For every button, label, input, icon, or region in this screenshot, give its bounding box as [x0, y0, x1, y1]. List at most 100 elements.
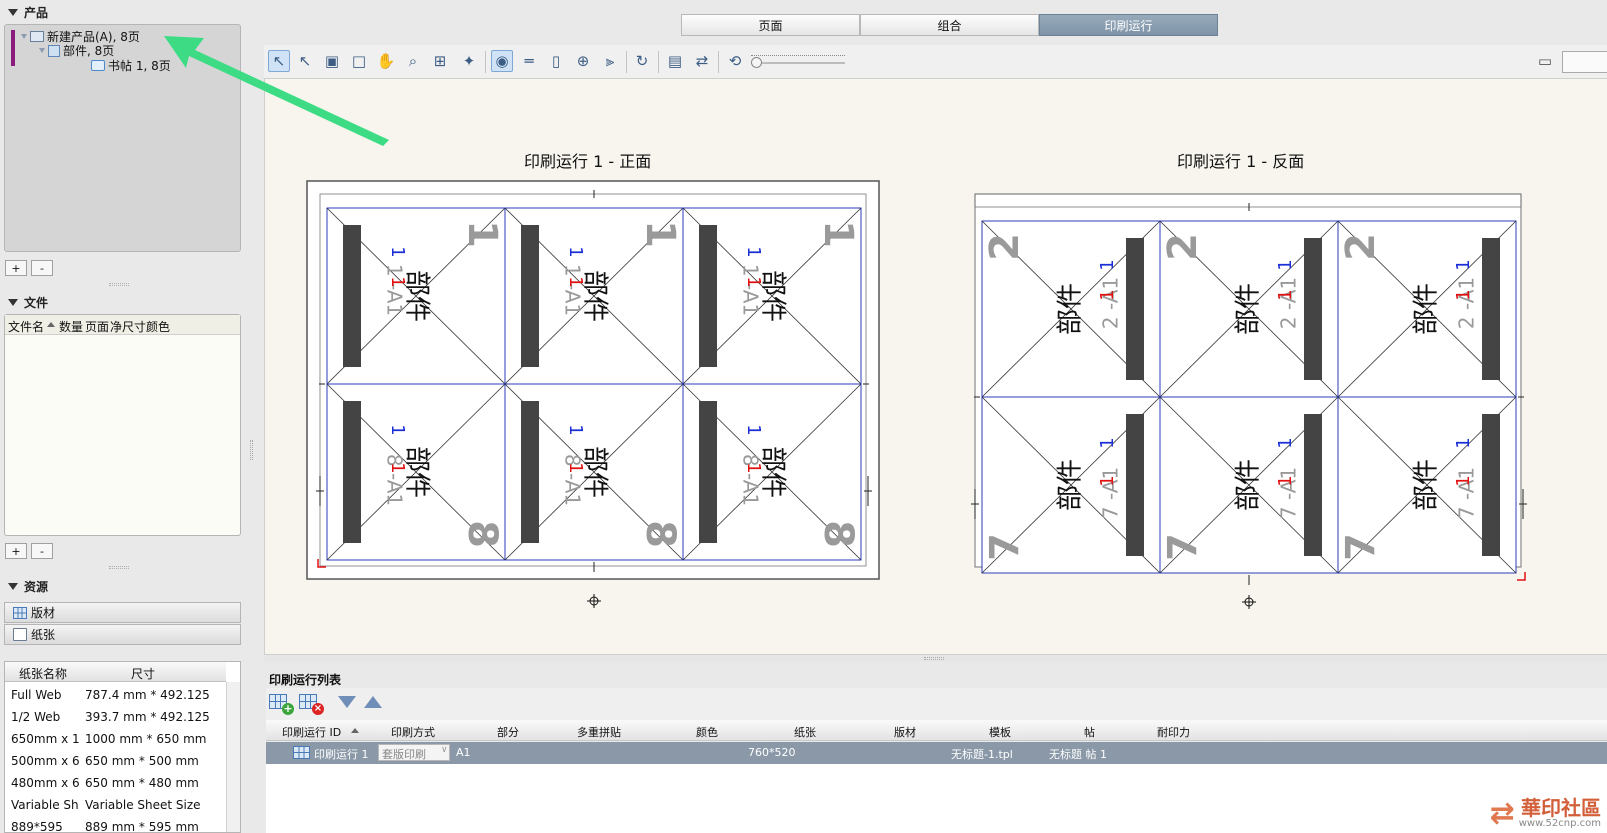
page-cell: 部件 2 -A1 2 1 1	[981, 220, 1161, 398]
page-blue-mark: 1	[743, 424, 764, 435]
pointer-icon[interactable]: ↖	[268, 50, 290, 72]
resources-section-header[interactable]: 资源	[8, 578, 48, 595]
page-red-mark: 1	[387, 462, 408, 473]
refresh-icon[interactable]: ⟲	[724, 50, 746, 72]
table-row[interactable]: 500mm x 6 650 mm * 500 mm	[5, 750, 226, 772]
page-icon[interactable]: ▯	[545, 50, 567, 72]
sheet-icon[interactable]: □	[348, 50, 370, 72]
zoom-slider[interactable]	[751, 51, 845, 73]
splitter-handle[interactable]	[109, 283, 129, 286]
page-select-icon[interactable]: ▣	[321, 50, 343, 72]
rotate-icon[interactable]: ↻	[631, 50, 653, 72]
part-value: A1	[456, 746, 471, 759]
column-multi-tile[interactable]: 多重拼贴	[577, 724, 621, 740]
column-size[interactable]: 尺寸	[131, 665, 155, 682]
splitter-handle[interactable]	[109, 566, 129, 569]
horizontal-splitter[interactable]	[264, 654, 1607, 662]
page-number-large: 1	[815, 220, 861, 248]
remove-file-button[interactable]: -	[31, 543, 53, 559]
resource-paper[interactable]: 纸张	[4, 624, 241, 645]
print-run-list-body[interactable]	[266, 764, 1607, 833]
files-section-header[interactable]: 文件	[8, 294, 48, 311]
vertical-scrollbar[interactable]	[226, 682, 240, 832]
remove-product-button[interactable]: -	[31, 260, 53, 276]
column-pages[interactable]: 页面	[85, 318, 109, 335]
delete-print-run-button[interactable]: ×	[299, 692, 325, 716]
watermark-logo-icon: ⇄	[1489, 796, 1515, 831]
binding-spine	[343, 401, 361, 543]
table-row[interactable]: 1/2 Web 393.7 mm * 492.125	[5, 706, 226, 728]
sort-asc-icon	[351, 728, 359, 733]
resource-plates[interactable]: 版材	[4, 602, 241, 623]
resource-label: 版材	[31, 606, 56, 620]
page-red-mark: 1	[565, 276, 586, 287]
page-blue-mark: 1	[1275, 437, 1296, 448]
column-filename[interactable]: 文件名	[8, 318, 44, 335]
column-color[interactable]: 颜色	[146, 318, 170, 335]
paper-table[interactable]: 纸张名称 尺寸 Full Web 787.4 mm * 492.125 1/2 W…	[4, 661, 241, 833]
main-splitter[interactable]	[245, 0, 259, 833]
column-template[interactable]: 模板	[989, 724, 1011, 740]
tab-combination[interactable]: 组合	[860, 14, 1039, 36]
split-icon[interactable]: ⫸	[599, 50, 621, 72]
imposition-canvas[interactable]: 印刷运行 1 - 正面 印刷运行 1 - 反面 部件 1 -A1 1 1 1 部件 1 -A…	[264, 79, 1607, 654]
print-run-list-title: 印刷运行列表	[269, 673, 342, 687]
add-file-button[interactable]: +	[5, 543, 27, 559]
preview-icon[interactable]: ◉	[491, 50, 513, 72]
column-print-method[interactable]: 印刷方式	[391, 724, 435, 740]
column-print-run-id[interactable]: 印刷运行 ID	[282, 724, 341, 740]
table-row[interactable]: Variable Sh Variable Sheet Size	[5, 794, 226, 816]
tab-print-run[interactable]: 印刷运行	[1039, 14, 1218, 36]
column-signature[interactable]: 帖	[1084, 724, 1095, 740]
column-trim-size[interactable]: 净尺寸	[110, 318, 146, 335]
swap-icon[interactable]: ⇄	[691, 50, 713, 72]
print-method-select[interactable]: 套版印刷 ∨	[378, 744, 450, 761]
move-up-icon[interactable]	[364, 696, 382, 708]
wand-icon[interactable]: ✦	[458, 50, 480, 72]
column-plate[interactable]: 版材	[894, 724, 916, 740]
column-colors[interactable]: 颜色	[696, 724, 718, 740]
layout-icon[interactable]: ⊞	[429, 50, 451, 72]
zoom-icon[interactable]: ⌕	[402, 50, 424, 72]
expand-icon[interactable]	[39, 48, 45, 53]
slider-thumb[interactable]	[751, 57, 762, 68]
splitter-grip	[250, 440, 253, 460]
panel-toggle[interactable]	[1562, 51, 1607, 73]
move-down-icon[interactable]	[338, 696, 356, 708]
paper-name: Variable Sh	[11, 798, 79, 812]
align-icon[interactable]: ▤	[664, 50, 686, 72]
table-row[interactable]: Full Web 787.4 mm * 492.125	[5, 684, 226, 706]
table-row[interactable]: 480mm x 6 650 mm * 480 mm	[5, 772, 226, 794]
plate-icon	[13, 606, 27, 619]
product-icon	[30, 31, 44, 42]
delete-icon: ×	[312, 703, 324, 715]
column-paper[interactable]: 纸张	[794, 724, 816, 740]
column-press-run[interactable]: 耐印力	[1157, 724, 1190, 740]
watermark-url: www.52cnp.com	[1518, 818, 1601, 829]
tab-pages[interactable]: 页面	[681, 14, 860, 36]
page-cell: 部件8 -A1811	[504, 383, 684, 561]
products-section-header[interactable]: 产品	[8, 4, 48, 21]
signature-value: 无标题 帖 1	[1049, 748, 1107, 761]
paper-size: 1000 mm * 650 mm	[85, 732, 207, 746]
view-mode-icon[interactable]: ▭	[1534, 50, 1556, 72]
table-row[interactable]: 印刷运行 1 套版印刷 ∨ A1 760*520 无标题-1.tpl 无标题 帖…	[266, 742, 1607, 764]
column-part[interactable]: 部分	[497, 724, 519, 740]
files-table[interactable]: 文件名 数量 页面 净尺寸 颜色	[4, 314, 241, 536]
expand-icon[interactable]	[21, 34, 27, 39]
table-row[interactable]: 889*595 889 mm * 595 mm	[5, 816, 226, 832]
page-number-small: 7 -A1	[1099, 467, 1123, 519]
add-product-button[interactable]: +	[5, 260, 27, 276]
add-print-run-button[interactable]: +	[269, 692, 295, 716]
products-tree[interactable]: 新建产品(A), 8页 部件, 8页 书帖 1, 8页	[4, 24, 241, 252]
ruler-icon[interactable]: ═	[518, 50, 540, 72]
tree-item-signature[interactable]: 书帖 1, 8页	[91, 57, 171, 74]
column-paper-name[interactable]: 纸张名称	[19, 665, 67, 682]
column-count[interactable]: 数量	[59, 318, 83, 335]
page-cell: 部件8 -A1811	[682, 383, 862, 561]
table-row[interactable]: 650mm x 1 1000 mm * 650 mm	[5, 728, 226, 750]
crosshair-icon[interactable]: ⊕	[572, 50, 594, 72]
select-icon[interactable]: ↖	[294, 50, 316, 72]
hand-icon[interactable]: ✋	[375, 50, 397, 72]
page-red-mark: 1	[1453, 289, 1474, 300]
